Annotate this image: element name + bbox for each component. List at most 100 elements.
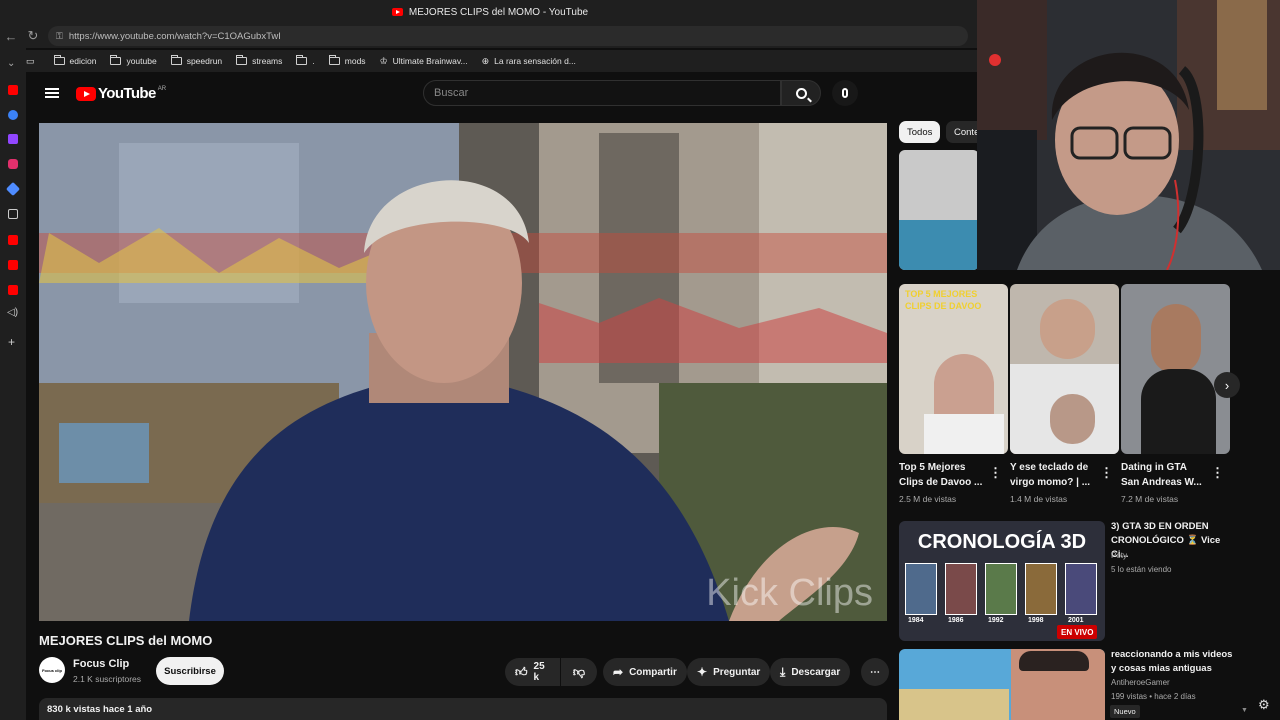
short-thumbnail[interactable] (1010, 284, 1119, 454)
related-thumbnail-text: CRONOLOGÍA 3D (917, 531, 1087, 553)
twitch-icon[interactable] (8, 134, 18, 144)
bookmark-folder[interactable]: youtube (110, 55, 157, 66)
bookmark-link[interactable]: ♔ Ultimate Brainwav... (380, 56, 468, 67)
shorts-next-button[interactable]: › (1214, 372, 1240, 398)
short-title[interactable]: Dating in GTA San Andreas W... (1121, 460, 1207, 490)
folder-icon (53, 55, 65, 65)
microphone-icon (842, 88, 848, 98)
related-meta: 5 lo están viendo (1111, 565, 1172, 574)
more-icon: ⋯ (870, 666, 880, 678)
chevron-right-icon: › (1224, 377, 1230, 393)
url-text: https://www.youtube.com/watch?v=C1OAGubx… (68, 30, 281, 42)
video-player[interactable]: Kick Clips (39, 123, 887, 621)
site-info-icon[interactable]: ⚿ (56, 31, 63, 42)
more-actions-button[interactable]: ⋯ (861, 658, 889, 686)
sparkle-icon[interactable] (5, 181, 21, 197)
bookmark-apps[interactable]: ▭ (26, 56, 40, 67)
search-input[interactable]: Buscar (423, 80, 781, 106)
youtube-logo[interactable]: YouTube AR (76, 85, 166, 102)
bookmark-folder[interactable]: edicion (53, 55, 96, 66)
download-button[interactable]: ⤓ Descargar (770, 658, 851, 686)
related-thumbnail[interactable] (899, 649, 1105, 720)
voice-search-button[interactable] (832, 80, 858, 106)
chevron-down-icon[interactable]: ⌄ (7, 58, 15, 69)
folder-icon (236, 55, 248, 65)
dislike-button[interactable]: 👎︎ (561, 658, 597, 686)
bookmark-folder[interactable]: speedrun (170, 55, 222, 66)
bookmark-folder[interactable]: . (296, 55, 315, 66)
chip-all[interactable]: Todos (899, 121, 941, 143)
channel-avatar[interactable]: Focus clip (39, 657, 65, 683)
scroll-down-icon[interactable]: ▼ (1241, 707, 1248, 714)
menu-icon[interactable] (45, 88, 59, 98)
reload-icon[interactable]: ↻ (22, 28, 44, 44)
webcam-overlay (977, 0, 1280, 270)
folder-icon (328, 55, 340, 65)
live-badge: EN VIVO (1057, 625, 1098, 639)
new-badge: Nuevo (1110, 705, 1140, 718)
short-title[interactable]: Top 5 Mejores Clips de Davoo ... (899, 460, 985, 490)
settings-gear-icon[interactable]: ⚙ (1258, 697, 1270, 713)
share-icon: ➦ (613, 665, 624, 679)
year-label: 1984 (908, 617, 924, 624)
webcam-frame (977, 0, 1280, 270)
short-thumbnail-text: TOP 5 MEJORES CLIPS DE DAVOO (905, 289, 982, 311)
screen: MEJORES CLIPS del MOMO - YouTube ← ↻ ⚿ h… (0, 0, 1280, 720)
channel-name[interactable]: Focus Clip (73, 658, 129, 670)
subscribe-button[interactable]: Suscribirse (156, 657, 224, 685)
subscriber-count: 2.1 K suscriptores (73, 674, 142, 684)
youtube-favicon (391, 8, 403, 16)
browser-sidebar: ⌄ ◁) + (0, 48, 26, 720)
crown-icon: ♔ (379, 55, 388, 66)
recommended-thumbnail[interactable] (899, 150, 979, 270)
more-vert-icon[interactable]: ⋮ (1100, 465, 1113, 481)
more-vert-icon[interactable]: ⋮ (1211, 465, 1224, 481)
youtube-icon[interactable] (8, 260, 18, 270)
bookmark-folder[interactable]: streams (236, 55, 282, 66)
add-icon[interactable]: + (8, 335, 15, 349)
related-channel[interactable]: AntiheroeGamer (1111, 676, 1170, 690)
search-icon (795, 87, 807, 99)
youtube-icon[interactable] (8, 85, 18, 95)
share-button[interactable]: ➦ Compartir (603, 658, 687, 686)
globe-icon: ⊕ (481, 55, 490, 66)
video-frame (39, 123, 887, 621)
sparkle-icon: ✦ (697, 665, 708, 679)
short-thumbnail[interactable] (1121, 284, 1230, 454)
related-title[interactable]: reaccionando a mis videos y cosas mias a… (1111, 648, 1236, 676)
search-button[interactable] (781, 80, 821, 106)
bookmark-folder[interactable]: mods (328, 55, 366, 66)
short-views: 1.4 M de vistas (1010, 494, 1068, 504)
year-label: 2001 (1068, 617, 1084, 624)
more-vert-icon[interactable]: ⋮ (989, 465, 1002, 481)
bookmark-link[interactable]: ⊕ La rara sensación d... (482, 56, 576, 67)
like-button[interactable]: 👍︎ 25 k (505, 658, 560, 686)
calendar-icon[interactable] (8, 209, 18, 219)
speaker-icon[interactable]: ◁) (7, 307, 18, 318)
youtube-icon[interactable] (8, 285, 18, 295)
url-field[interactable]: ⚿ https://www.youtube.com/watch?v=C1OAGu… (48, 26, 968, 46)
related-channel[interactable]: Poty (1111, 549, 1127, 563)
video-watermark: Kick Clips (706, 572, 873, 614)
related-thumbnail[interactable]: CRONOLOGÍA 3D 1984 1986 1992 1998 2001 (899, 521, 1105, 641)
bookmarks-bar: ▭ edicion youtube speedrun streams . mod… (26, 50, 980, 72)
browser-title-bar: MEJORES CLIPS del MOMO - YouTube (0, 0, 980, 24)
youtube-play-icon (76, 86, 96, 101)
description-box[interactable]: 830 k vistas hace 1 año (39, 698, 887, 720)
short-thumbnail[interactable]: TOP 5 MEJORES CLIPS DE DAVOO (899, 284, 1008, 454)
year-label: 1992 (988, 617, 1004, 624)
short-title[interactable]: Y ese teclado de virgo momo? | ... (1010, 460, 1096, 490)
related-title[interactable]: 3) GTA 3D EN ORDEN CRONOLÓGICO ⏳ Vice Ci… (1111, 520, 1231, 562)
app-icon[interactable] (8, 110, 18, 120)
address-bar-row: ← ↻ ⚿ https://www.youtube.com/watch?v=C1… (0, 24, 980, 48)
folder-icon (110, 55, 122, 65)
tab-title: MEJORES CLIPS del MOMO - YouTube (408, 6, 589, 18)
youtube-icon[interactable] (8, 235, 18, 245)
back-icon[interactable]: ← (0, 29, 22, 44)
video-title: MEJORES CLIPS del MOMO (39, 633, 213, 648)
thumbs-down-icon: 👎︎ (572, 664, 586, 679)
views-date: 830 k vistas hace 1 año (47, 704, 153, 715)
download-icon: ⤓ (780, 664, 786, 679)
ask-button[interactable]: ✦ Preguntar (687, 658, 771, 686)
instagram-icon[interactable] (8, 159, 18, 169)
